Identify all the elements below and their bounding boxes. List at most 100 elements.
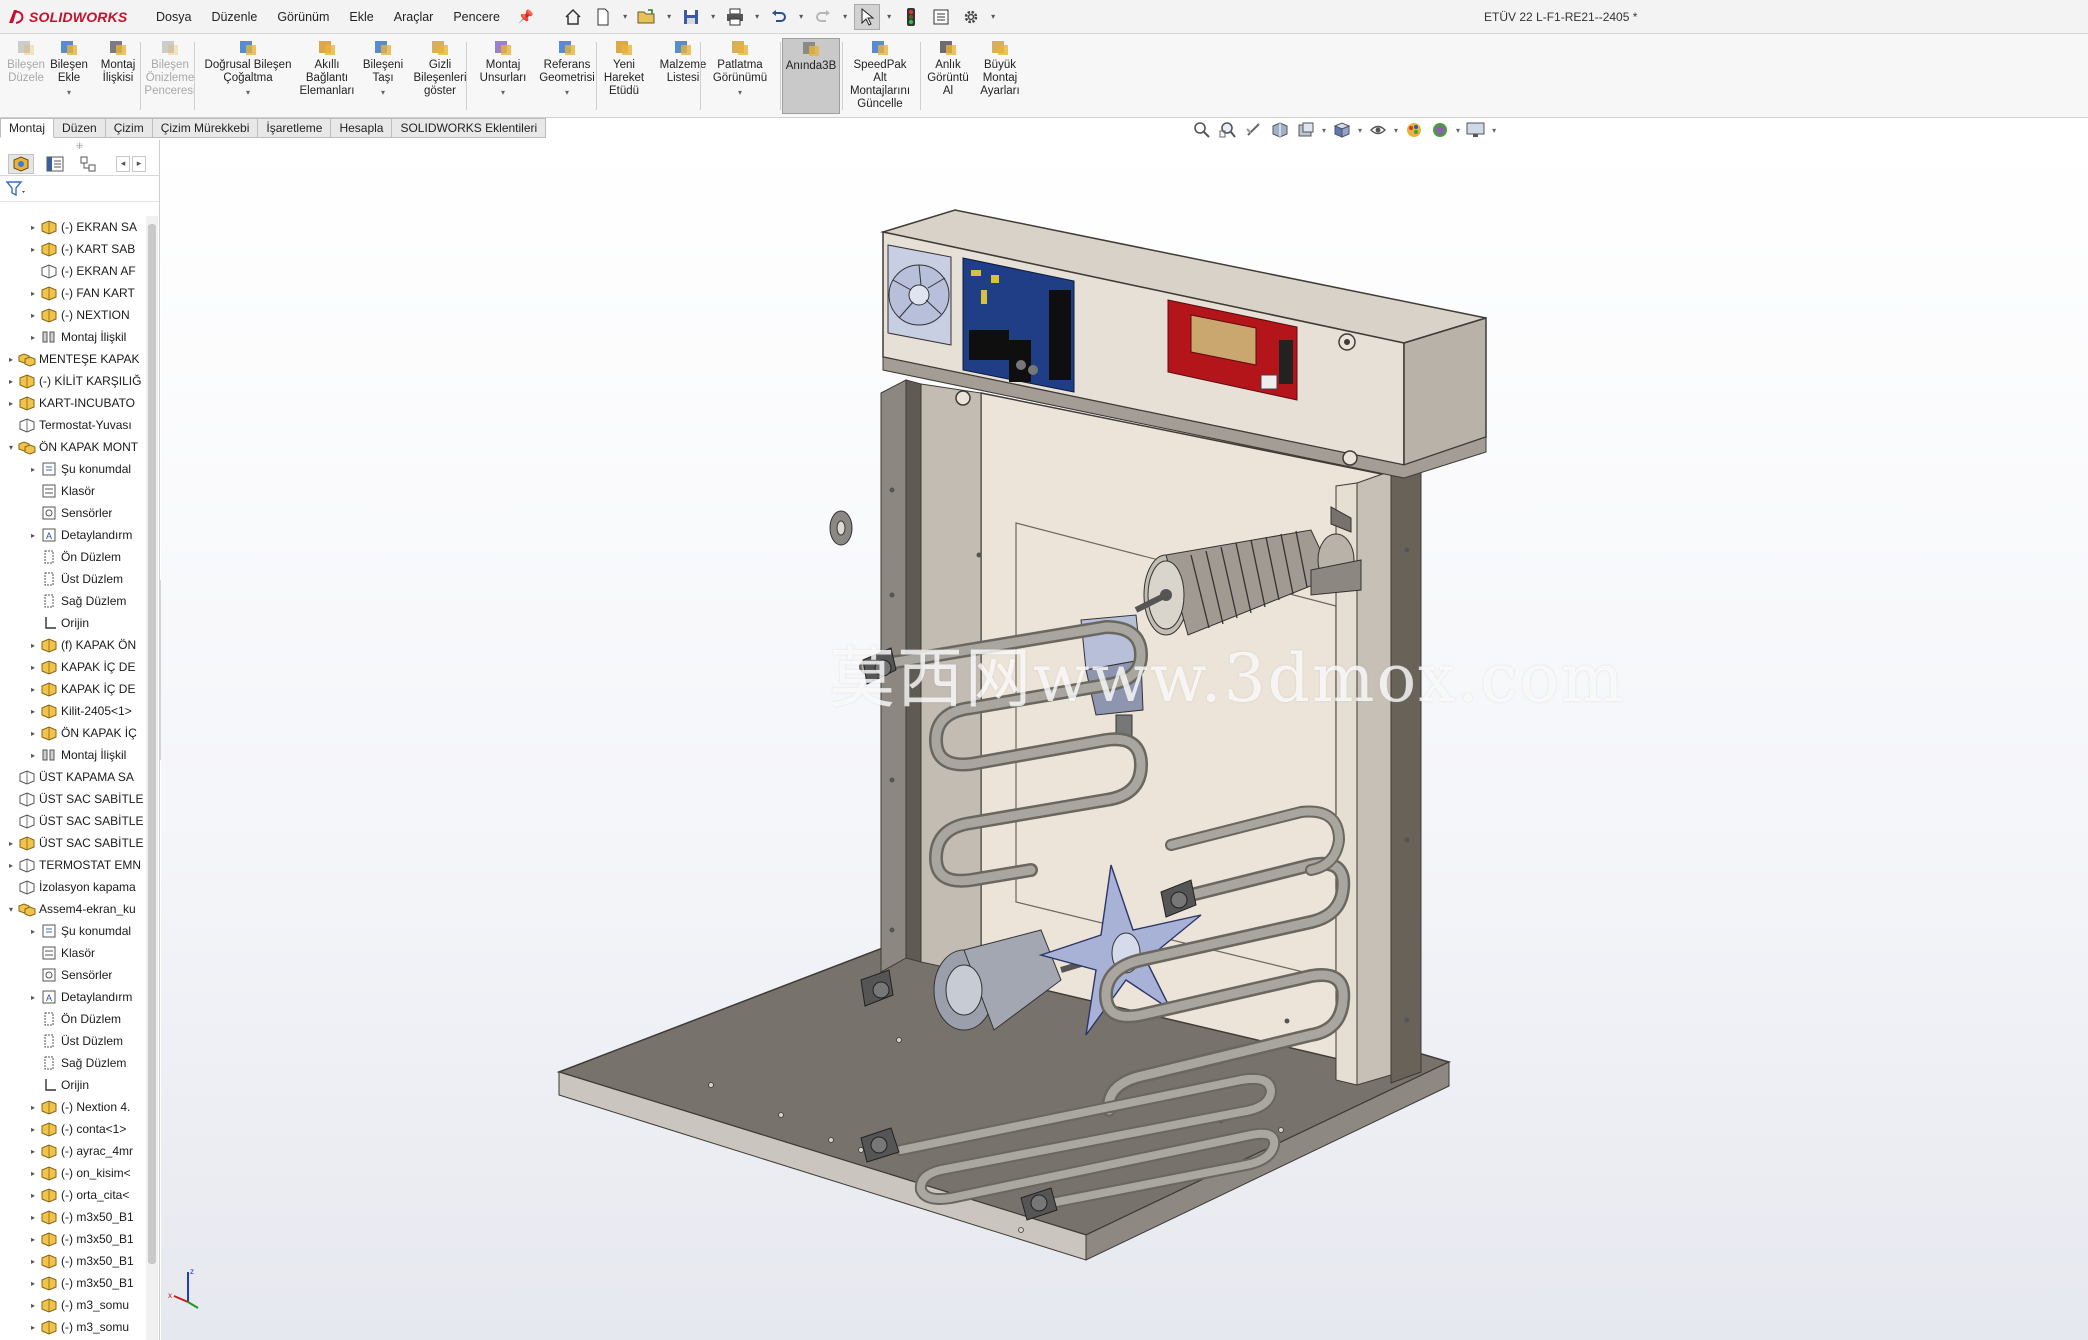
tree-node[interactable]: ▸ (-) m3x50_B1 bbox=[0, 1206, 144, 1228]
tree-node[interactable]: ▸ A Detaylandırm bbox=[0, 986, 144, 1008]
expand-arrow-icon[interactable]: ▸ bbox=[28, 707, 38, 716]
dropdown-arrow-icon[interactable]: ▾ bbox=[67, 86, 71, 99]
traffic-light-icon[interactable] bbox=[898, 4, 924, 30]
expand-arrow-icon[interactable]: ▸ bbox=[28, 245, 38, 254]
previous-view-icon[interactable] bbox=[1244, 120, 1264, 140]
expand-arrow-icon[interactable]: ▸ bbox=[28, 1301, 38, 1310]
hide-show-dropdown-icon[interactable]: ▾ bbox=[1394, 126, 1398, 135]
command-tab[interactable]: Çizim Mürekkebi bbox=[152, 118, 259, 138]
ribbon-button[interactable]: Montaj İlişkisi bbox=[94, 38, 142, 114]
print-dropdown-icon[interactable]: ▾ bbox=[752, 12, 762, 21]
tree-node[interactable]: ▸ (-) KİLİT KARŞILIĞ bbox=[0, 370, 144, 392]
options-gear-icon[interactable] bbox=[958, 4, 984, 30]
featuremanager-tab-icon[interactable] bbox=[8, 153, 34, 174]
tree-node[interactable]: ÜST KAPAMA SA bbox=[0, 766, 144, 788]
tree-node[interactable]: ▸ (-) conta<1> bbox=[0, 1118, 144, 1140]
ribbon-button[interactable]: SpeedPak Alt Montajlarını Güncelle bbox=[846, 38, 914, 114]
tree-filter[interactable] bbox=[0, 176, 159, 202]
ribbon-button[interactable]: Anlık Görüntü Al bbox=[926, 38, 970, 114]
tree-node[interactable]: İzolasyon kapama bbox=[0, 876, 144, 898]
tree-node[interactable]: Sensörler bbox=[0, 964, 144, 986]
tree-node[interactable]: Sensörler bbox=[0, 502, 144, 524]
ribbon-button[interactable]: Malzeme Listesi bbox=[656, 38, 710, 114]
ribbon-button[interactable]: Büyük Montaj Ayarları bbox=[976, 38, 1024, 114]
expand-arrow-icon[interactable]: ▸ bbox=[28, 729, 38, 738]
save-icon[interactable] bbox=[678, 4, 704, 30]
tree-node[interactable]: ▸ (-) KART SAB bbox=[0, 238, 144, 260]
tree-node[interactable]: ▸ (-) m3_somu bbox=[0, 1316, 144, 1338]
expand-arrow-icon[interactable]: ▸ bbox=[28, 1169, 38, 1178]
tree-node[interactable]: ▸ (-) on_kisim< bbox=[0, 1162, 144, 1184]
dropdown-arrow-icon[interactable]: ▾ bbox=[738, 86, 742, 99]
home-icon[interactable] bbox=[560, 4, 586, 30]
tree-node[interactable]: ▸ Montaj İlişkil bbox=[0, 326, 144, 348]
expand-arrow-icon[interactable]: ▸ bbox=[28, 1103, 38, 1112]
tree-node[interactable]: Ön Düzlem bbox=[0, 1008, 144, 1030]
scroll-left-icon[interactable]: ◂ bbox=[116, 155, 130, 172]
select-icon[interactable] bbox=[854, 3, 881, 30]
expand-arrow-icon[interactable]: ▸ bbox=[6, 861, 16, 870]
tree-node[interactable]: Sağ Düzlem bbox=[0, 1052, 144, 1074]
tree-node[interactable]: ▸ KAPAK İÇ DE bbox=[0, 656, 144, 678]
view-settings-dropdown-icon[interactable]: ▾ bbox=[1492, 126, 1496, 135]
file-properties-icon[interactable] bbox=[928, 4, 954, 30]
expand-arrow-icon[interactable]: ▸ bbox=[28, 1323, 38, 1332]
tree-node[interactable]: Üst Düzlem bbox=[0, 1030, 144, 1052]
print-icon[interactable] bbox=[722, 4, 748, 30]
menu-item[interactable]: Dosya bbox=[146, 10, 201, 24]
assembly-model[interactable] bbox=[161, 140, 2088, 1340]
expand-arrow-icon[interactable]: ▸ bbox=[6, 355, 16, 364]
dropdown-arrow-icon[interactable]: ▾ bbox=[565, 86, 569, 99]
tree-node[interactable]: ▾ ÖN KAPAK MONT bbox=[0, 436, 144, 458]
expand-arrow-icon[interactable]: ▸ bbox=[28, 289, 38, 298]
expand-arrow-icon[interactable]: ▸ bbox=[28, 223, 38, 232]
tree-node[interactable]: Termostat-Yuvası bbox=[0, 414, 144, 436]
tree-node[interactable]: ▸ ÖN KAPAK İÇ bbox=[0, 722, 144, 744]
save-dropdown-icon[interactable]: ▾ bbox=[708, 12, 718, 21]
ribbon-button[interactable]: Bileşen Düzele bbox=[4, 38, 48, 114]
tree-node[interactable]: ▸ Montaj İlişkil bbox=[0, 744, 144, 766]
scene-dropdown-icon[interactable]: ▾ bbox=[1456, 126, 1460, 135]
dynamic-annotation-icon[interactable] bbox=[1296, 120, 1316, 140]
tree-scrollbar[interactable] bbox=[146, 216, 158, 1340]
ribbon-button[interactable]: Doğrusal Bileşen Çoğaltma ▾ bbox=[198, 38, 298, 114]
expand-arrow-icon[interactable]: ▸ bbox=[6, 839, 16, 848]
tree-node[interactable]: Klasör bbox=[0, 480, 144, 502]
tree-node[interactable]: ▸ (-) NEXTION bbox=[0, 304, 144, 326]
redo-dropdown-icon[interactable]: ▾ bbox=[840, 12, 850, 21]
graphics-area[interactable]: 莫西网www.3dmox.com bbox=[161, 140, 2088, 1340]
dropdown-arrow-icon[interactable]: ▾ bbox=[381, 86, 385, 99]
expand-arrow-icon[interactable]: ▸ bbox=[28, 641, 38, 650]
expand-arrow-icon[interactable]: ▸ bbox=[28, 1147, 38, 1156]
expand-arrow-icon[interactable]: ▸ bbox=[28, 1125, 38, 1134]
pin-icon[interactable]: 📌 bbox=[518, 9, 534, 25]
tree-node[interactable]: ▸ KAPAK İÇ DE bbox=[0, 678, 144, 700]
tree-node[interactable]: Sağ Düzlem bbox=[0, 590, 144, 612]
menu-item[interactable]: Düzenle bbox=[201, 10, 267, 24]
tree-node[interactable]: ▸ (-) Nextion 4. bbox=[0, 1096, 144, 1118]
expand-arrow-icon[interactable]: ▸ bbox=[28, 1213, 38, 1222]
menu-item[interactable]: Görünüm bbox=[267, 10, 339, 24]
undo-icon[interactable] bbox=[766, 4, 792, 30]
tree-node[interactable]: ▸ (-) m3x50_B1 bbox=[0, 1272, 144, 1294]
open-icon[interactable] bbox=[634, 4, 660, 30]
solidworks-logo[interactable]: SOLIDWORKS bbox=[6, 7, 136, 27]
tree-node[interactable]: ▸ (-) m3x50_B1 bbox=[0, 1250, 144, 1272]
undo-dropdown-icon[interactable]: ▾ bbox=[796, 12, 806, 21]
redo-icon[interactable] bbox=[810, 4, 836, 30]
select-dropdown-icon[interactable]: ▾ bbox=[884, 12, 894, 21]
expand-arrow-icon[interactable]: ▸ bbox=[28, 531, 38, 540]
expand-arrow-icon[interactable]: ▸ bbox=[28, 1235, 38, 1244]
ribbon-button[interactable]: Yeni Hareket Etüdü bbox=[600, 38, 648, 114]
expand-arrow-icon[interactable]: ▸ bbox=[6, 377, 16, 386]
ribbon-button[interactable]: Patlatma Görünümü ▾ bbox=[710, 38, 770, 114]
ribbon-button[interactable]: Bileşeni Taşı ▾ bbox=[358, 38, 408, 114]
expand-arrow-icon[interactable]: ▸ bbox=[28, 993, 38, 1002]
expand-arrow-icon[interactable]: ▸ bbox=[28, 1257, 38, 1266]
dropdown-arrow-icon[interactable]: ▾ bbox=[501, 86, 505, 99]
menu-item[interactable]: Araçlar bbox=[384, 10, 444, 24]
tree-node[interactable]: ▸ (-) orta_cita< bbox=[0, 1184, 144, 1206]
tree-node[interactable]: Orijin bbox=[0, 1074, 144, 1096]
collapse-arrow-icon[interactable]: ▾ bbox=[6, 443, 16, 452]
propertymanager-tab-icon[interactable] bbox=[42, 154, 68, 174]
